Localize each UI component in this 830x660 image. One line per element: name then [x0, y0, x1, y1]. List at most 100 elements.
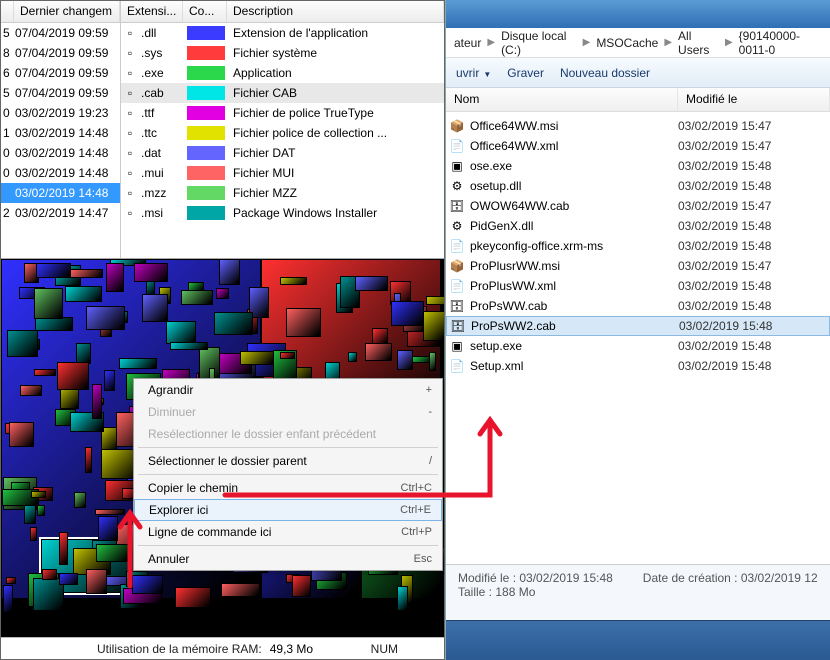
- treemap-tile[interactable]: [104, 370, 114, 391]
- treemap-tile[interactable]: [70, 269, 103, 279]
- treemap-tile[interactable]: [6, 577, 15, 584]
- breadcrumb-item[interactable]: {90140000-0011-0: [735, 27, 826, 59]
- date-row[interactable]: 203/02/2019 14:47: [1, 203, 120, 223]
- file-row[interactable]: ▣ose.exe03/02/2019 15:48: [446, 156, 830, 176]
- treemap-tile[interactable]: [132, 575, 163, 594]
- treemap-tile[interactable]: [348, 352, 358, 362]
- extension-row[interactable]: ▫.cabFichier CAB: [121, 83, 444, 103]
- extension-row[interactable]: ▫.sysFichier système: [121, 43, 444, 63]
- treemap-tile[interactable]: [397, 586, 408, 611]
- treemap-tile[interactable]: [37, 505, 45, 516]
- extension-list[interactable]: Extensi... Co... Description ▫.dllExtens…: [121, 1, 444, 258]
- treemap-tile[interactable]: [98, 516, 117, 541]
- treemap-tile[interactable]: [240, 351, 273, 365]
- treemap-tile[interactable]: [59, 532, 68, 565]
- treemap-tile[interactable]: [188, 282, 204, 292]
- treemap-tile[interactable]: [426, 296, 444, 305]
- treemap-tile[interactable]: [391, 301, 424, 326]
- treemap-tile[interactable]: [59, 573, 78, 585]
- treemap-tile[interactable]: [119, 358, 156, 369]
- treemap-tile[interactable]: [42, 569, 57, 580]
- breadcrumb[interactable]: ateur▶Disque local (C:)▶MSOCache▶All Use…: [446, 28, 830, 58]
- treemap-tile[interactable]: [181, 290, 213, 305]
- treemap-tile[interactable]: [85, 447, 92, 473]
- treemap-tile[interactable]: [214, 312, 253, 335]
- file-date-list[interactable]: Dernier changem 507/04/2019 09:59807/04/…: [1, 1, 121, 258]
- treemap-tile[interactable]: [355, 276, 388, 292]
- toolbar-newfolder[interactable]: Nouveau dossier: [560, 66, 650, 80]
- treemap-tile[interactable]: [74, 492, 86, 508]
- toolbar-burn[interactable]: Graver: [507, 66, 544, 80]
- file-row[interactable]: 📄ProPlusWW.xml03/02/2019 15:48: [446, 276, 830, 296]
- treemap-tile[interactable]: [175, 587, 211, 609]
- treemap-tile[interactable]: [31, 491, 46, 498]
- treemap-tile[interactable]: [3, 585, 13, 613]
- file-row[interactable]: 📄Office64WW.xml03/02/2019 15:47: [446, 136, 830, 156]
- date-row[interactable]: 807/04/2019 09:59: [1, 43, 120, 63]
- explorer-titlebar[interactable]: [446, 0, 830, 28]
- treemap-tile[interactable]: [34, 288, 63, 319]
- treemap-tile[interactable]: [429, 352, 435, 371]
- treemap-tile[interactable]: [106, 263, 124, 292]
- extension-row[interactable]: ▫.muiFichier MUI: [121, 163, 444, 183]
- breadcrumb-item[interactable]: ateur: [450, 34, 485, 52]
- treemap-tile[interactable]: [397, 350, 413, 370]
- file-list[interactable]: 📦Office64WW.msi03/02/2019 15:47📄Office64…: [446, 112, 830, 564]
- date-list-header[interactable]: Dernier changem: [1, 1, 120, 23]
- treemap-tile[interactable]: [365, 343, 392, 362]
- date-row[interactable]: 003/02/2019 19:23: [1, 103, 120, 123]
- file-row[interactable]: 🗄ProPsWW2.cab03/02/2019 15:48: [446, 316, 830, 336]
- date-row[interactable]: 003/02/2019 14:48: [1, 143, 120, 163]
- menu-item-s-lectionner-le-dossier-parent[interactable]: Sélectionner le dossier parent/: [134, 450, 442, 472]
- col-description[interactable]: Description: [227, 1, 444, 22]
- file-row[interactable]: ⚙osetup.dll03/02/2019 15:48: [446, 176, 830, 196]
- file-row[interactable]: 🗄ProPsWW.cab03/02/2019 15:48: [446, 296, 830, 316]
- menu-item-ligne-de-commande-ici[interactable]: Ligne de commande iciCtrl+P: [134, 521, 442, 543]
- treemap-tile[interactable]: [30, 527, 37, 541]
- file-row[interactable]: 📦Office64WW.msi03/02/2019 15:47: [446, 116, 830, 136]
- col-last-change[interactable]: Dernier changem: [14, 1, 120, 22]
- extension-row[interactable]: ▫.exeApplication: [121, 63, 444, 83]
- treemap-tile[interactable]: [286, 308, 322, 336]
- menu-item-annuler[interactable]: AnnulerEsc: [134, 548, 442, 570]
- treemap-tile[interactable]: [134, 263, 168, 282]
- toolbar-open[interactable]: uvrir▼: [456, 66, 491, 80]
- treemap-tile[interactable]: [142, 294, 168, 322]
- treemap-tile[interactable]: [170, 342, 209, 351]
- date-row[interactable]: 103/02/2019 14:48: [1, 123, 120, 143]
- file-row[interactable]: 📦ProPlusrWW.msi03/02/2019 15:47: [446, 256, 830, 276]
- date-row[interactable]: 507/04/2019 09:59: [1, 23, 120, 43]
- treemap-tile[interactable]: [57, 362, 90, 389]
- file-row[interactable]: 🗄OWOW64WW.cab03/02/2019 15:47: [446, 196, 830, 216]
- treemap-tile[interactable]: [221, 583, 260, 597]
- treemap-tile[interactable]: [280, 352, 295, 360]
- treemap-tile[interactable]: [372, 328, 387, 344]
- extension-list-header[interactable]: Extensi... Co... Description: [121, 1, 444, 23]
- date-row[interactable]: 003/02/2019 14:48: [1, 163, 120, 183]
- menu-item-agrandir[interactable]: Agrandir+: [134, 379, 442, 401]
- treemap-tile[interactable]: [7, 330, 38, 357]
- treemap-tile[interactable]: [219, 259, 239, 285]
- col-modified[interactable]: Modifié le: [678, 88, 830, 111]
- breadcrumb-item[interactable]: MSOCache: [592, 34, 662, 52]
- menu-item-explorer-ici[interactable]: Explorer iciCtrl+E: [134, 499, 442, 521]
- treemap-tile[interactable]: [95, 509, 125, 515]
- col-color[interactable]: Co...: [183, 1, 227, 22]
- extension-row[interactable]: ▫.msiPackage Windows Installer: [121, 203, 444, 223]
- date-row[interactable]: 507/04/2019 09:59: [1, 83, 120, 103]
- menu-item-copier-le-chemin[interactable]: Copier le cheminCtrl+C: [134, 477, 442, 499]
- treemap-tile[interactable]: [292, 575, 312, 597]
- treemap-tile[interactable]: [96, 544, 129, 562]
- file-list-header[interactable]: Nom Modifié le: [446, 88, 830, 112]
- treemap-tile[interactable]: [280, 277, 307, 285]
- date-row[interactable]: 03/02/2019 14:48: [1, 183, 120, 203]
- file-row[interactable]: 📄pkeyconfig-office.xrm-ms03/02/2019 15:4…: [446, 236, 830, 256]
- breadcrumb-item[interactable]: Disque local (C:): [497, 27, 581, 59]
- treemap-tile[interactable]: [76, 343, 91, 364]
- date-row[interactable]: 607/04/2019 09:59: [1, 63, 120, 83]
- extension-row[interactable]: ▫.mzzFichier MZZ: [121, 183, 444, 203]
- treemap-tile[interactable]: [423, 311, 445, 341]
- treemap-tile[interactable]: [9, 422, 34, 447]
- file-row[interactable]: ⚙PidGenX.dll03/02/2019 15:48: [446, 216, 830, 236]
- taskbar[interactable]: [446, 620, 830, 660]
